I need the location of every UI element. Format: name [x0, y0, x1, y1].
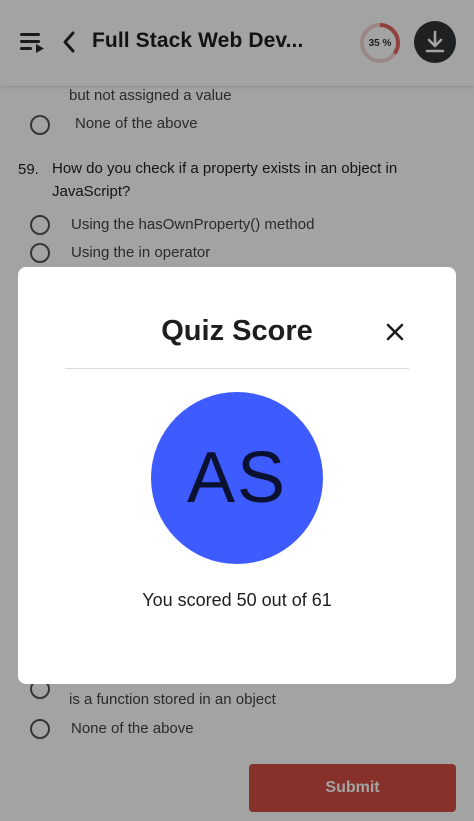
dialog-divider: [65, 368, 409, 369]
close-icon[interactable]: [385, 322, 405, 342]
quiz-score-dialog: Quiz Score AS You scored 50 out of 61: [18, 267, 456, 684]
score-text: You scored 50 out of 61: [142, 590, 332, 610]
user-avatar: AS: [151, 392, 323, 564]
